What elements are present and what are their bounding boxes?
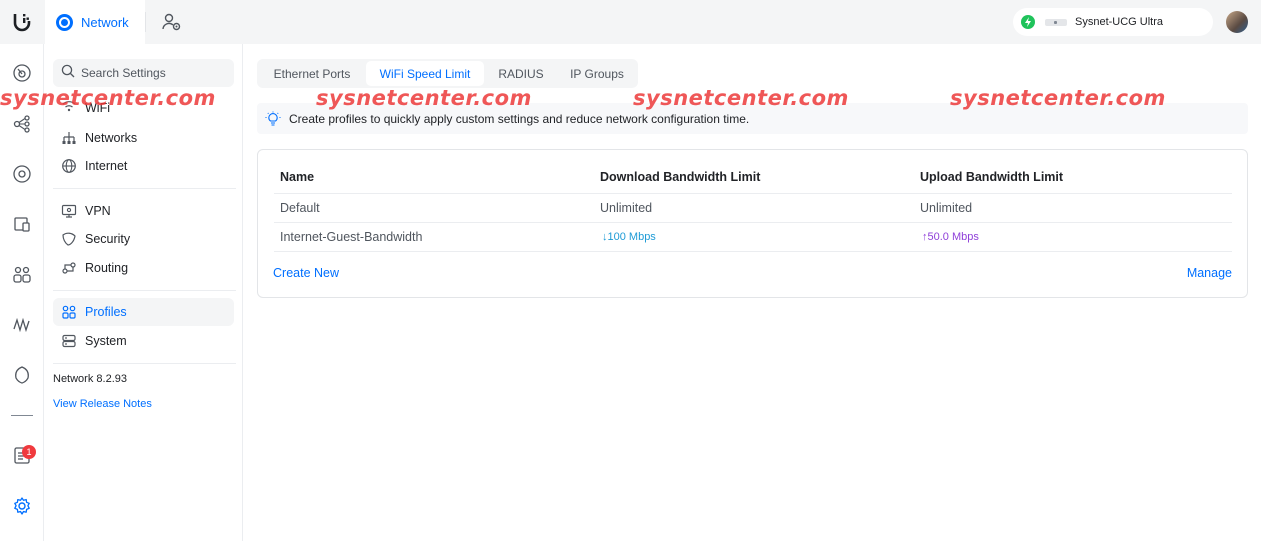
lightbulb-icon [265, 111, 281, 127]
watermark: sysnetcenter.com [633, 86, 849, 110]
upload-limit: Unlimited [920, 201, 973, 215]
admin-users-icon[interactable] [160, 11, 184, 33]
manage-link[interactable]: Manage [1187, 266, 1232, 280]
tab-ip-groups[interactable]: IP Groups [558, 61, 636, 86]
profiles-icon [61, 304, 77, 320]
settings-sidebar: WiFi Networks Internet VPN Security Rout… [45, 44, 243, 541]
upload-limit: ↑50.0 Mbps [922, 231, 979, 243]
search-settings[interactable] [53, 59, 234, 87]
networks-icon [61, 130, 77, 146]
watermark: sysnetcenter.com [950, 86, 1166, 110]
sidebar-item-profiles[interactable]: Profiles [53, 298, 234, 326]
tab-ethernet-ports[interactable]: Ethernet Ports [261, 61, 363, 86]
sidebar-item-label: Security [85, 232, 131, 246]
settings-gear-icon[interactable] [11, 495, 33, 517]
table-row[interactable]: Default Unlimited Unlimited [274, 193, 1232, 223]
console-selector[interactable]: Sysnet-UCG Ultra [1013, 8, 1213, 36]
watermark: sysnetcenter.com [316, 86, 532, 110]
unifi-logo-icon[interactable] [0, 0, 44, 44]
profile-name: Internet-Guest-Bandwidth [280, 230, 423, 244]
globe-icon [61, 158, 77, 174]
sidebar-item-routing[interactable]: Routing [53, 254, 234, 282]
network-app-icon [56, 13, 73, 31]
network-app-tab[interactable]: Network [45, 0, 145, 44]
download-limit: ↓100 Mbps [602, 231, 656, 243]
sidebar-divider [53, 363, 236, 364]
rail-divider [11, 415, 33, 416]
sidebar-item-label: Routing [85, 261, 129, 275]
sidebar-item-label: Networks [85, 131, 138, 145]
download-limit: Unlimited [600, 201, 653, 215]
sidebar-divider [53, 188, 236, 189]
version-label: Network 8.2.93 [53, 373, 127, 385]
top-bar: Network Sysnet-UCG Ultra [0, 0, 1261, 44]
sidebar-item-security[interactable]: Security [53, 225, 234, 253]
profile-tabs: Ethernet Ports WiFi Speed Limit RADIUS I… [257, 59, 638, 88]
column-header-name: Name [280, 170, 315, 184]
sidebar-item-label: System [85, 334, 127, 348]
security-shield-icon[interactable] [11, 364, 33, 386]
sidebar-item-internet[interactable]: Internet [53, 152, 234, 180]
shield-icon [61, 231, 77, 247]
sidebar-item-system[interactable]: System [53, 327, 234, 355]
status-online-icon [1021, 15, 1035, 29]
app-navigation-rail: 1 [0, 44, 44, 541]
client-devices-icon[interactable] [11, 213, 33, 235]
speed-limit-profiles-card: Name Download Bandwidth Limit Upload Ban… [257, 149, 1248, 298]
sidebar-item-label: Internet [85, 159, 128, 173]
table-row[interactable]: Internet-Guest-Bandwidth ↓100 Mbps ↑50.0… [274, 222, 1232, 252]
divider [145, 12, 146, 32]
gateway-device-icon [1045, 18, 1067, 26]
search-icon [61, 64, 75, 83]
info-text: Create profiles to quickly apply custom … [289, 111, 750, 126]
release-notes-link[interactable]: View Release Notes [53, 398, 152, 410]
routing-icon [61, 260, 77, 276]
clients-icon[interactable] [11, 263, 33, 285]
sidebar-item-label: Profiles [85, 305, 127, 319]
devices-icon[interactable] [11, 163, 33, 185]
column-header-download: Download Bandwidth Limit [600, 170, 761, 184]
app-name: Network [81, 14, 129, 30]
avatar[interactable] [1226, 11, 1248, 33]
sidebar-divider [53, 290, 236, 291]
sidebar-item-label: VPN [85, 204, 111, 218]
insights-icon[interactable] [11, 314, 33, 336]
tab-radius[interactable]: RADIUS [487, 61, 555, 86]
sidebar-item-networks[interactable]: Networks [53, 124, 234, 152]
search-input[interactable] [81, 66, 221, 80]
tab-wifi-speed-limit[interactable]: WiFi Speed Limit [366, 61, 484, 86]
system-icon [61, 333, 77, 349]
create-new-link[interactable]: Create New [273, 266, 339, 280]
vpn-icon [61, 203, 77, 219]
topology-icon[interactable] [11, 113, 33, 135]
watermark: sysnetcenter.com [0, 86, 216, 110]
profile-name: Default [280, 201, 320, 215]
device-name: Sysnet-UCG Ultra [1075, 16, 1164, 28]
column-header-upload: Upload Bandwidth Limit [920, 170, 1064, 184]
sidebar-item-vpn[interactable]: VPN [53, 197, 234, 225]
dashboard-icon[interactable] [11, 62, 33, 84]
notification-badge: 1 [22, 445, 36, 459]
